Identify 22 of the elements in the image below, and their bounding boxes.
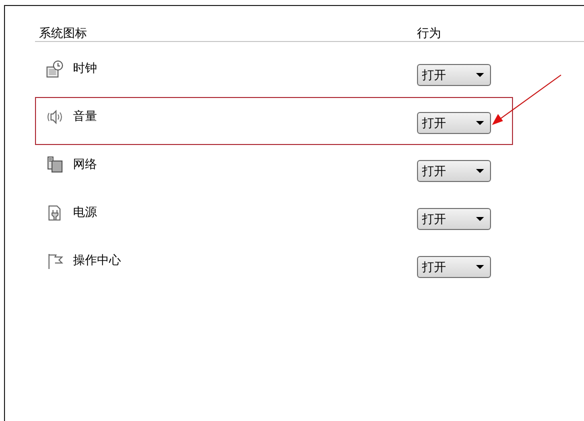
annotation-arrow xyxy=(492,74,562,125)
clock-calendar-icon xyxy=(46,60,64,78)
icon-name: 时钟 xyxy=(73,61,98,75)
speaker-icon xyxy=(46,108,64,126)
icon-name: 电源 xyxy=(73,205,98,219)
network-computer-icon xyxy=(46,156,64,174)
icon-name: 网络 xyxy=(73,157,98,171)
column-header: 行为 xyxy=(417,25,442,41)
behavior-dropdown[interactable]: 打开 xyxy=(417,64,491,86)
flag-icon xyxy=(46,252,64,270)
behavior-dropdown[interactable]: 打开 xyxy=(417,208,491,230)
caret-icon xyxy=(476,72,484,78)
column-header: 系统图标 xyxy=(39,25,88,41)
caret-icon xyxy=(476,168,484,174)
caret-icon xyxy=(476,120,484,126)
caret-icon xyxy=(476,264,484,270)
icon-name: 操作中心 xyxy=(73,253,122,267)
behavior-dropdown[interactable]: 打开 xyxy=(417,160,491,182)
behavior-dropdown[interactable]: 打开 xyxy=(417,256,491,278)
icon-name: 音量 xyxy=(73,109,98,123)
caret-icon xyxy=(476,216,484,222)
behavior-dropdown[interactable]: 打开 xyxy=(417,112,491,134)
